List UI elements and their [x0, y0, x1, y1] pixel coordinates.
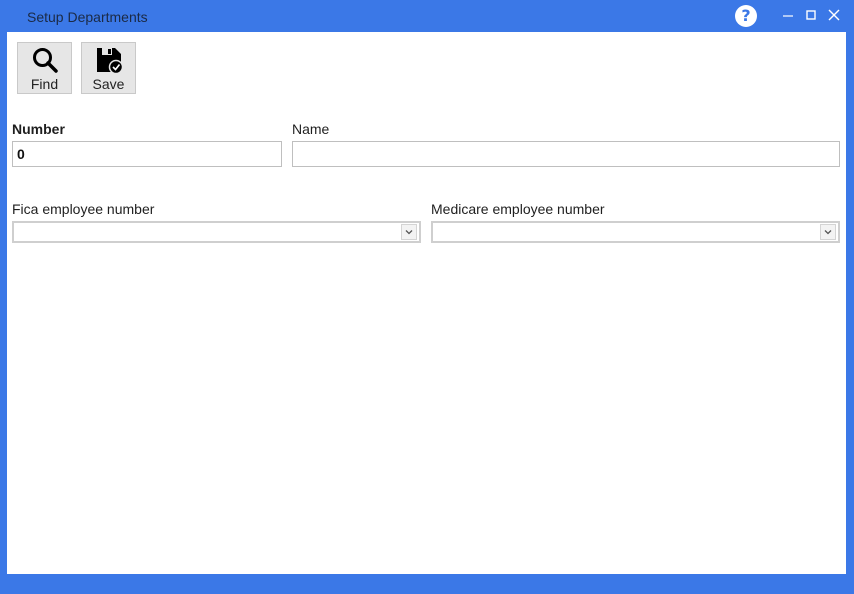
maximize-icon[interactable] [802, 6, 820, 24]
status-bar [7, 574, 846, 592]
fica-employee-select[interactable] [12, 221, 421, 243]
chevron-down-icon[interactable] [401, 224, 417, 240]
close-icon[interactable] [825, 6, 843, 24]
window-title: Setup Departments [27, 9, 148, 25]
number-label: Number [12, 121, 65, 137]
chevron-down-icon[interactable] [820, 224, 836, 240]
number-field[interactable]: 0 [12, 141, 282, 167]
name-field[interactable] [292, 141, 840, 167]
medicare-employee-label: Medicare employee number [431, 201, 605, 217]
save-disk-icon [95, 46, 124, 75]
save-button-label: Save [92, 76, 125, 92]
help-icon[interactable]: ? [735, 5, 757, 27]
save-button[interactable]: Save [81, 42, 136, 94]
fica-employee-label: Fica employee number [12, 201, 155, 217]
title-bar: Setup Departments ? [0, 0, 854, 32]
name-label: Name [292, 121, 330, 137]
minimize-icon[interactable] [779, 6, 797, 24]
find-button-label: Find [30, 76, 59, 92]
medicare-employee-select[interactable] [431, 221, 840, 243]
form-panel: Find Save Number 0 Name Fica employee nu… [7, 32, 846, 574]
find-button[interactable]: Find [17, 42, 72, 94]
search-icon [31, 46, 59, 74]
app-window: Setup Departments ? Find Save Number 0 N… [0, 0, 854, 594]
